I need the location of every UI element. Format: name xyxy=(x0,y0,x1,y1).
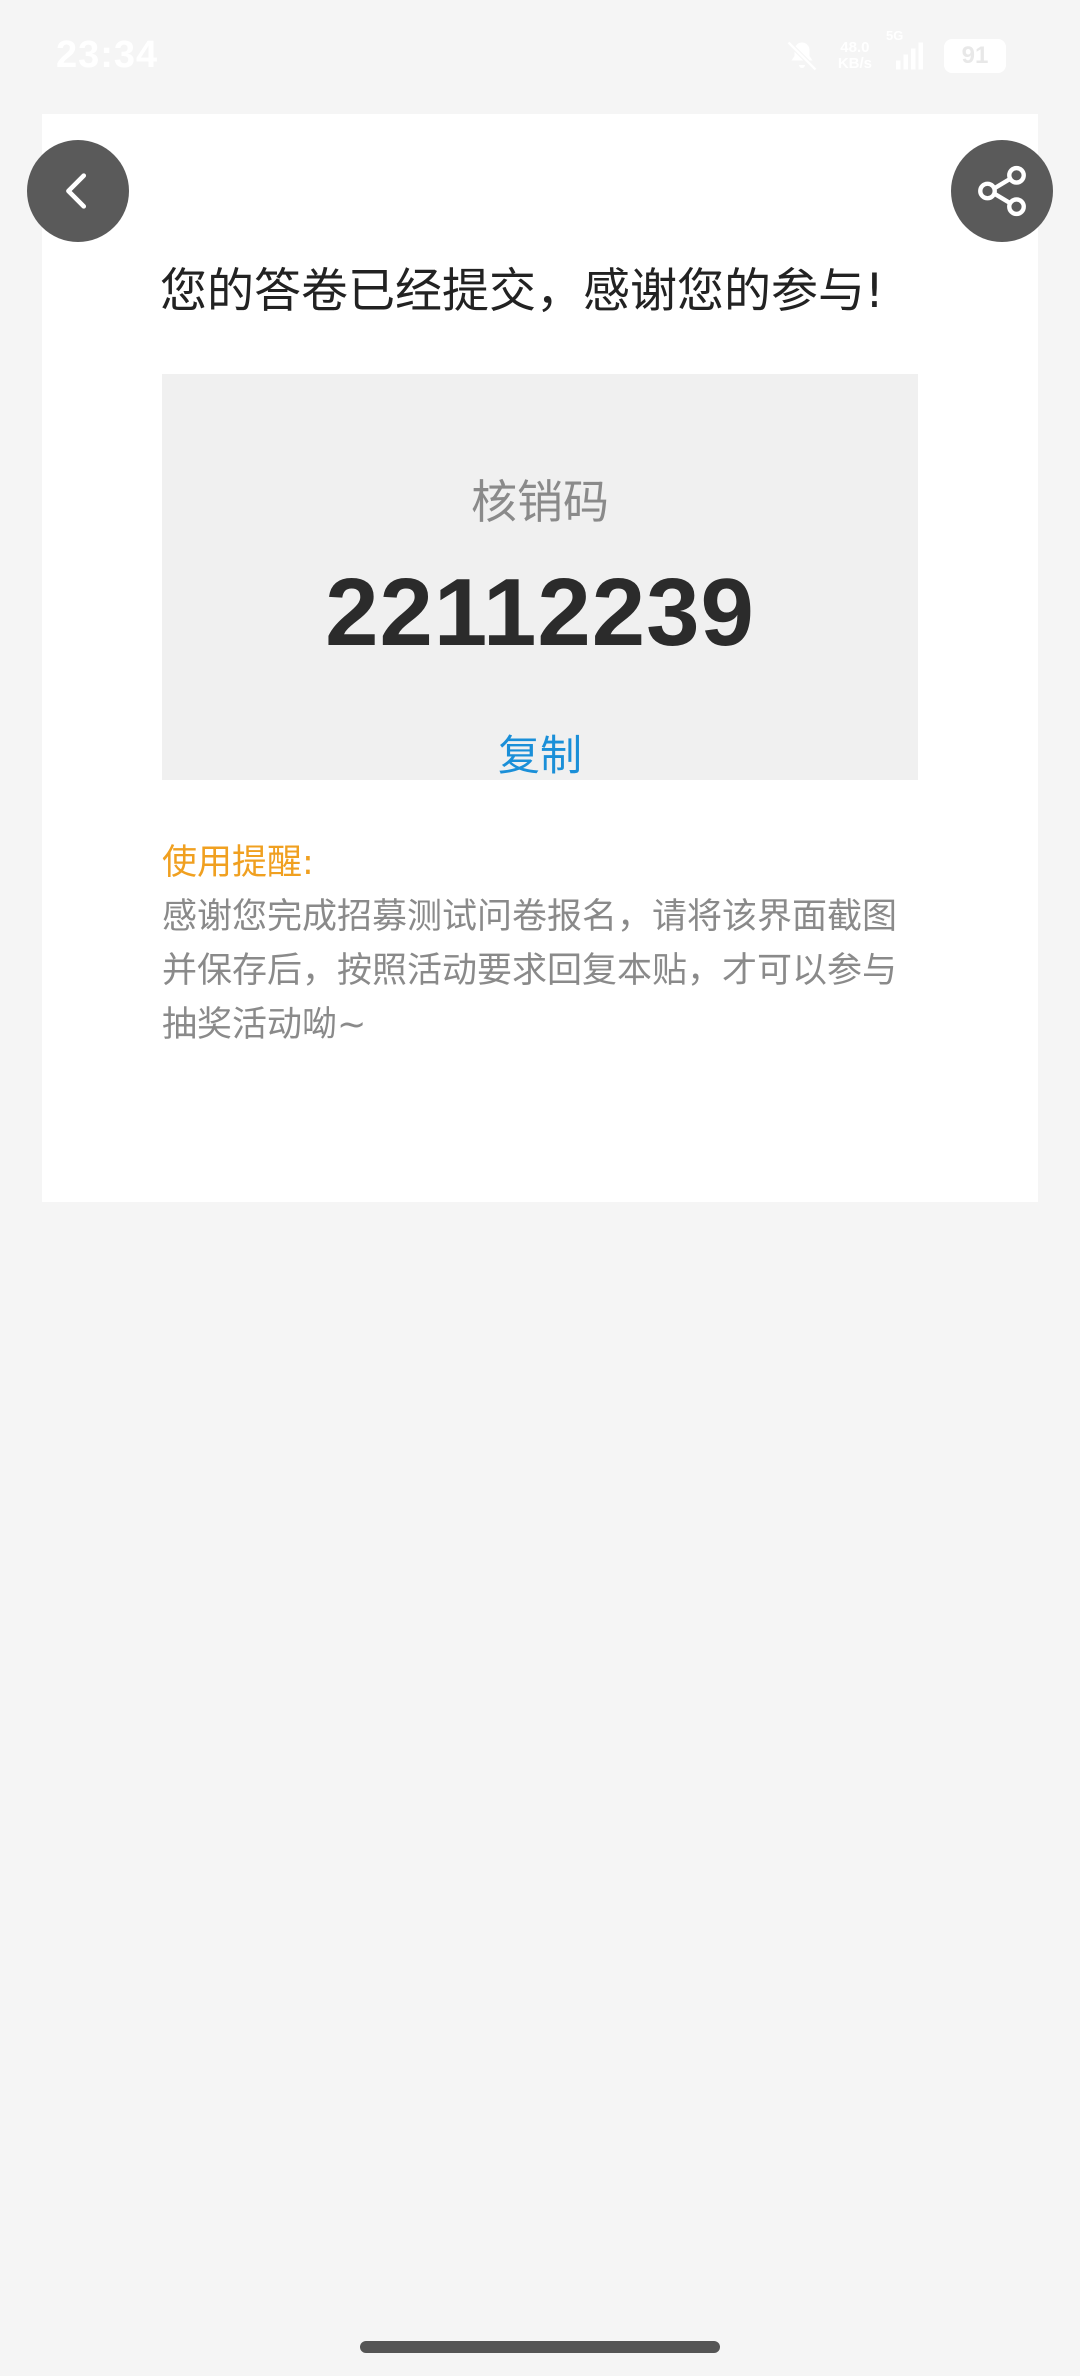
signal-icon xyxy=(896,42,923,70)
verification-code-panel: 核销码 22112239 复制 xyxy=(162,374,918,780)
signal-label: 5G xyxy=(886,28,904,43)
chevron-left-icon xyxy=(66,173,87,209)
reminder-body: 感谢您完成招募测试问卷报名，请将该界面截图并保存后，按照活动要求回复本贴，才可以… xyxy=(162,897,898,1045)
code-label: 核销码 xyxy=(471,475,609,529)
signal: 5G xyxy=(886,28,926,74)
reminder-title: 使用提醒: xyxy=(162,843,314,883)
page-title: 您的答卷已经提交，感谢您的参与! xyxy=(160,264,884,319)
status-bar: 23:34 48.0 KB/s 5G 91 xyxy=(0,0,1080,112)
network-speed-value: 48.0 xyxy=(840,39,870,56)
mute-bell-icon xyxy=(786,40,817,72)
copy-button[interactable]: 复制 xyxy=(162,722,918,783)
home-indicator[interactable] xyxy=(360,2341,720,2353)
share-icon xyxy=(978,165,1026,217)
battery-icon: 91 xyxy=(944,39,1006,73)
code-value: 22112239 xyxy=(325,559,755,666)
network-speed: 48.0 KB/s xyxy=(838,40,872,72)
back-button[interactable] xyxy=(27,140,129,242)
share-button[interactable] xyxy=(951,140,1053,242)
status-time: 23:34 xyxy=(56,34,159,76)
battery-level: 91 xyxy=(961,42,989,69)
status-indicators: 48.0 KB/s 5G 91 xyxy=(784,28,1006,74)
page: 23:34 48.0 KB/s 5G 91 您的答卷已经提交，感谢您的参与! 核… xyxy=(0,0,1080,2376)
network-speed-unit: KB/s xyxy=(837,55,872,72)
